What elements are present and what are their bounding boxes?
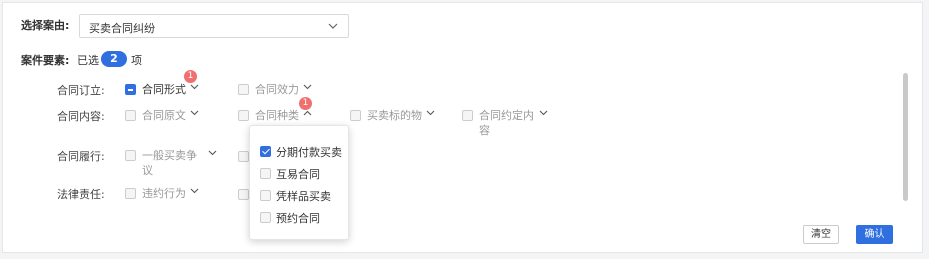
checkbox-checked[interactable] (260, 146, 271, 157)
chevron-down-icon[interactable] (190, 188, 199, 194)
item-label: 合同形式 (142, 83, 186, 96)
selected-prefix: 已选 (77, 54, 99, 67)
count-badge: 1 (299, 97, 312, 110)
item-label: 合同效力 (255, 83, 299, 96)
cause-select[interactable]: 买卖合同纠纷 (79, 14, 349, 38)
checkbox[interactable] (238, 110, 249, 121)
chevron-down-icon (328, 23, 338, 29)
item-label: 违约行为 (142, 187, 186, 200)
item-contract-validity[interactable]: 合同效力 (238, 82, 312, 97)
confirm-button[interactable]: 确认 (856, 225, 893, 244)
checkbox-partial-hidden[interactable] (238, 151, 249, 162)
chevron-down-icon[interactable] (539, 110, 548, 116)
item-contract-form[interactable]: 合同形式 (125, 82, 199, 97)
option-sample-sale[interactable]: 凭样品买卖 (260, 188, 331, 204)
row-label-content: 合同内容: (57, 110, 105, 123)
clear-button[interactable]: 清空 (803, 225, 839, 244)
option-preliminary-contract[interactable]: 预约合同 (260, 210, 320, 226)
chevron-down-icon[interactable] (190, 84, 199, 90)
row-label-formation: 合同订立: (57, 84, 105, 97)
option-label: 分期付款买卖 (276, 146, 342, 159)
option-label: 互易合同 (276, 168, 320, 181)
checkbox[interactable] (260, 212, 271, 223)
cause-label: 选择案由: (21, 19, 70, 32)
case-elements-panel: 选择案由: 买卖合同纠纷 案件要素: 已选 2 项 合同订立: 合同形式 1 合… (2, 2, 923, 253)
elements-label: 案件要素: (21, 54, 70, 67)
chevron-down-icon[interactable] (208, 150, 217, 156)
chevron-down-icon[interactable] (190, 110, 199, 116)
checkbox[interactable] (125, 188, 136, 199)
checkbox-indeterminate[interactable] (125, 84, 136, 95)
chevron-down-icon[interactable] (426, 110, 435, 116)
row-label-liability: 法律责任: (57, 188, 105, 201)
item-contract-type[interactable]: 合同种类 (238, 108, 312, 123)
option-label: 预约合同 (276, 212, 320, 225)
checkbox[interactable] (350, 110, 361, 121)
option-label: 凭样品买卖 (276, 190, 331, 203)
checkbox[interactable] (462, 110, 473, 121)
option-installment-sale[interactable]: 分期付款买卖 (260, 144, 342, 160)
checkbox[interactable] (260, 190, 271, 201)
cause-select-value: 买卖合同纠纷 (89, 22, 155, 35)
checkbox-partial-hidden[interactable] (238, 189, 249, 200)
item-label: 一般买卖争议 (142, 149, 197, 177)
count-badge: 1 (184, 70, 197, 83)
item-label: 合同原文 (142, 109, 186, 122)
row-label-performance: 合同履行: (57, 150, 105, 163)
item-contract-text[interactable]: 合同原文 (125, 108, 199, 123)
chevron-down-icon[interactable] (303, 84, 312, 90)
vertical-scrollbar[interactable] (903, 73, 908, 201)
item-general-dispute[interactable]: 一般买卖争议 (125, 148, 217, 178)
checkbox[interactable] (238, 84, 249, 95)
item-label: 合同约定内容 (479, 109, 534, 137)
selected-unit: 项 (131, 54, 142, 67)
item-agreed-content[interactable]: 合同约定内容 (462, 108, 548, 138)
item-subject-matter[interactable]: 买卖标的物 (350, 108, 435, 123)
option-barter-contract[interactable]: 互易合同 (260, 166, 320, 182)
contract-type-dropdown: 分期付款买卖 互易合同 凭样品买卖 预约合同 (249, 125, 349, 240)
checkbox[interactable] (125, 150, 136, 161)
checkbox[interactable] (125, 110, 136, 121)
item-breach[interactable]: 违约行为 (125, 186, 199, 201)
chevron-up-icon[interactable] (303, 110, 312, 116)
checkbox[interactable] (260, 168, 271, 179)
selected-count-badge: 2 (101, 51, 127, 67)
item-label: 合同种类 (255, 109, 299, 122)
item-label: 买卖标的物 (367, 109, 422, 122)
